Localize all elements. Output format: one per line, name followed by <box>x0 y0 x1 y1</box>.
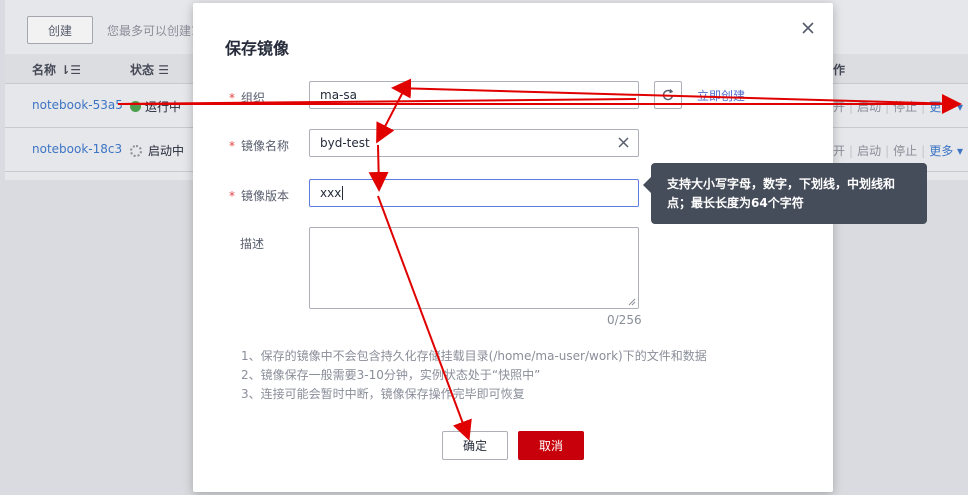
status-cell: 运行中 <box>130 98 181 115</box>
tooltip-text: 支持大小写字母，数字，下划线，中划线和点；最长长度为64个字符 <box>667 177 896 210</box>
note-item: 1、保存的镜像中不会包含持久化存储挂载目录(/home/ma-user/work… <box>241 349 707 363</box>
list-toolbar: 创建 您最多可以创建1 <box>27 16 199 44</box>
notes-list: 1、保存的镜像中不会包含持久化存储挂载目录(/home/ma-user/work… <box>241 347 707 404</box>
clear-icon[interactable] <box>617 136 630 149</box>
stop-action[interactable]: 停止 <box>893 100 917 114</box>
description-label: 描述 <box>240 237 265 251</box>
org-select[interactable]: ma-sa <box>309 81 639 109</box>
more-action[interactable]: 更多 ▾ <box>929 144 963 158</box>
start-action[interactable]: 启动 <box>857 144 881 158</box>
required-mark: * <box>229 91 235 105</box>
row-actions: 开 | 启动 | 停止 | 更多 ▾ <box>833 144 964 158</box>
sort-icon[interactable]: ⇂☰ <box>60 63 81 77</box>
quota-tip: 您最多可以创建1 <box>107 23 199 38</box>
row-actions: 开 | 启动 | 停止 | 更多 ▾ <box>833 100 964 114</box>
notebook-name-link[interactable]: notebook-18c3 <box>32 142 122 156</box>
chevron-down-icon: ▾ <box>957 144 964 158</box>
filter-icon[interactable]: ☰ <box>158 63 169 77</box>
text-cursor <box>342 186 344 200</box>
char-counter: 0/256 <box>607 313 642 327</box>
org-label: * 组织 <box>229 91 266 105</box>
close-icon[interactable] <box>801 21 815 35</box>
dialog-title: 保存镜像 <box>225 39 290 58</box>
stop-action[interactable]: 停止 <box>893 144 917 158</box>
refresh-button[interactable] <box>654 81 682 109</box>
required-mark: * <box>229 139 235 153</box>
column-status[interactable]: 状态 ☰ <box>130 61 169 78</box>
status-cell: 启动中 <box>130 142 184 159</box>
resize-handle-icon[interactable] <box>628 298 636 306</box>
image-name-input[interactable]: byd-test <box>309 129 639 157</box>
required-mark: * <box>229 189 235 203</box>
image-name-label: * 镜像名称 <box>229 139 290 153</box>
start-action[interactable]: 启动 <box>857 100 881 114</box>
validation-tooltip: 支持大小写字母，数字，下划线，中划线和点；最长长度为64个字符 <box>643 163 927 224</box>
column-name[interactable]: 名称 ⇂☰ <box>32 61 81 78</box>
open-action[interactable]: 开 <box>833 100 845 114</box>
note-item: 2、镜像保存一般需要3-10分钟，实例状态处于“快照中” <box>241 368 541 382</box>
tooltip-arrow <box>643 177 651 193</box>
more-action[interactable]: 更多 ▾ <box>929 100 963 114</box>
description-textarea[interactable] <box>309 227 639 309</box>
running-status-icon <box>130 101 141 112</box>
refresh-icon <box>662 89 674 101</box>
notebook-name-link[interactable]: notebook-53a5 <box>32 98 123 112</box>
open-action[interactable]: 开 <box>833 144 845 158</box>
cancel-button[interactable]: 取消 <box>518 431 584 460</box>
save-image-dialog: 保存镜像 * 组织 ma-sa 立即创建 * 镜像名称 byd-test * 镜像版本… <box>193 3 833 492</box>
loading-spinner-icon <box>130 145 142 157</box>
column-actions: 作 <box>833 63 846 77</box>
create-button[interactable]: 创建 <box>27 16 93 44</box>
create-org-link[interactable]: 立即创建 <box>697 87 745 104</box>
image-version-label: * 镜像版本 <box>229 189 290 203</box>
chevron-down-icon: ▾ <box>957 100 964 114</box>
note-item: 3、连接可能会暂时中断，镜像保存操作完毕即可恢复 <box>241 387 525 401</box>
image-version-input[interactable]: xxx <box>309 179 639 207</box>
confirm-button[interactable]: 确定 <box>442 431 508 460</box>
